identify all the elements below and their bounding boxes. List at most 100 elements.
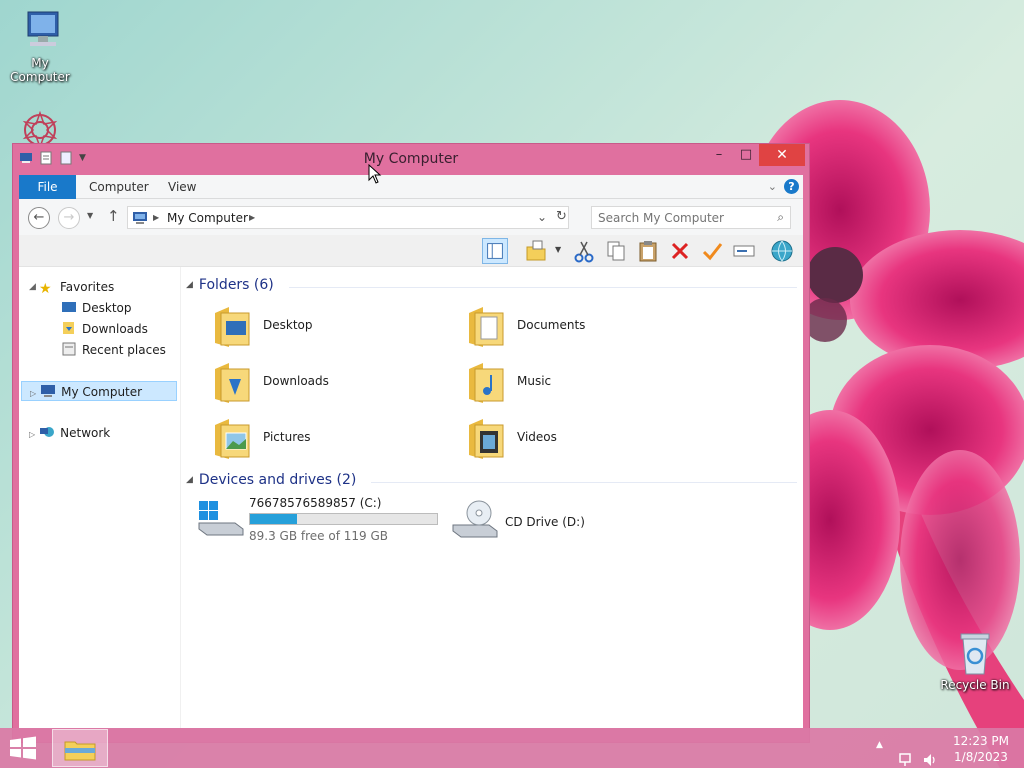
folder-music[interactable]: Music xyxy=(455,357,695,409)
preview-pane-icon[interactable] xyxy=(482,238,508,264)
drive-usage-bar xyxy=(249,513,438,525)
folder-desktop[interactable]: Desktop xyxy=(201,301,441,353)
tab-computer[interactable]: Computer xyxy=(77,175,161,199)
start-button[interactable] xyxy=(8,736,38,760)
drive-name: 76678576589857 (C:) xyxy=(249,496,382,510)
expand-arrow-icon[interactable]: ▷ xyxy=(29,430,35,439)
show-hidden-icons-icon[interactable]: ▲ xyxy=(876,740,883,768)
recent-locations-icon[interactable]: ▼ xyxy=(87,211,93,220)
title-bar[interactable]: ▼ My Computer – □ ✕ xyxy=(13,144,809,174)
up-arrow-icon[interactable]: ↑ xyxy=(107,207,120,225)
ribbon-tabs: File Computer View ⌄ ? xyxy=(19,175,803,199)
tab-view[interactable]: View xyxy=(156,175,208,199)
network-icon xyxy=(40,427,55,437)
nav-favorites[interactable]: ★ Favorites xyxy=(39,277,114,297)
search-input[interactable] xyxy=(592,207,762,228)
folder-label: Documents xyxy=(517,318,586,332)
recent-places-icon xyxy=(62,342,76,356)
folder-documents[interactable]: Documents xyxy=(455,301,695,353)
group-header-folders[interactable]: ◢ Folders (6) xyxy=(186,277,274,293)
chevron-down-icon[interactable]: ▼ xyxy=(555,245,561,254)
clock-date: 1/8/2023 xyxy=(954,750,1008,764)
desktop-icon-recycle-bin[interactable]: Recycle Bin xyxy=(935,632,1015,692)
mouse-cursor-icon xyxy=(368,164,382,184)
expand-ribbon-icon[interactable]: ⌄ xyxy=(768,180,777,193)
clock-time: 12:23 PM xyxy=(953,734,1009,748)
file-explorer-icon xyxy=(64,741,96,761)
desktop-icon-my-computer[interactable]: My Computer xyxy=(0,10,80,84)
nav-desktop[interactable]: Desktop xyxy=(61,298,132,318)
desktop-icon-label: My Computer xyxy=(10,56,70,84)
nav-recent-places[interactable]: Recent places xyxy=(61,340,166,360)
folder-videos[interactable]: Videos xyxy=(455,413,695,465)
folder-label: Pictures xyxy=(263,430,311,444)
content-area: ◢ ★ Favorites Desktop Downloads Recent pl… xyxy=(19,267,803,728)
copy-icon[interactable] xyxy=(603,238,629,264)
nav-label: Network xyxy=(60,426,111,440)
nav-downloads[interactable]: Downloads xyxy=(61,319,148,339)
nav-label: Desktop xyxy=(82,301,132,315)
explorer-window: ▼ My Computer – □ ✕ File Computer View ⌄… xyxy=(12,143,810,743)
drive-d[interactable]: CD Drive (D:) xyxy=(449,495,679,545)
group-header-drives[interactable]: ◢ Devices and drives (2) xyxy=(186,472,356,488)
refresh-icon[interactable]: ↻ xyxy=(556,209,567,224)
drive-free-space: 89.3 GB free of 119 GB xyxy=(249,529,388,543)
network-status-icon[interactable] xyxy=(898,740,914,768)
folder-pictures[interactable]: Pictures xyxy=(201,413,441,465)
address-row: ← → ▼ ↑ ▶ My Computer ▶ ⌄ ↻ ⌕ xyxy=(19,199,803,235)
group-divider xyxy=(371,482,797,483)
folder-label: Downloads xyxy=(263,374,329,388)
minimize-button[interactable]: – xyxy=(705,144,733,166)
computer-icon xyxy=(133,212,147,224)
volume-icon[interactable] xyxy=(922,740,938,768)
videos-folder-icon xyxy=(469,419,504,459)
taskbar: ▲ 12:23 PM 1/8/2023 xyxy=(0,728,1024,768)
taskbar-file-explorer[interactable] xyxy=(52,729,108,767)
search-box: ⌕ xyxy=(591,206,791,229)
back-button[interactable]: ← xyxy=(28,207,50,229)
drive-c[interactable]: 76678576589857 (C:) 89.3 GB free of 119 … xyxy=(195,495,445,545)
desktop-folder-icon xyxy=(215,307,250,347)
address-dropdown-icon[interactable]: ⌄ xyxy=(537,210,547,224)
address-bar[interactable]: ▶ My Computer ▶ ⌄ ↻ xyxy=(127,206,569,229)
group-header-label: Folders (6) xyxy=(198,277,274,293)
help-icon[interactable]: ? xyxy=(784,179,799,194)
checkmark-icon[interactable] xyxy=(699,238,725,264)
tab-file[interactable]: File xyxy=(19,175,76,199)
recycle-bin-icon xyxy=(951,632,999,676)
close-button[interactable]: ✕ xyxy=(759,144,805,166)
breadcrumb-separator-icon[interactable]: ▶ xyxy=(249,213,255,222)
forward-button[interactable]: → xyxy=(58,207,80,229)
folder-label: Music xyxy=(517,374,552,388)
music-folder-icon xyxy=(469,363,504,403)
drive-usage-fill xyxy=(250,514,297,524)
star-icon: ★ xyxy=(39,281,52,297)
search-icon[interactable]: ⌕ xyxy=(777,210,784,225)
cd-drive-icon xyxy=(452,500,498,538)
folder-downloads[interactable]: Downloads xyxy=(201,357,441,409)
cut-icon[interactable] xyxy=(571,238,597,264)
collapse-arrow-icon[interactable]: ◢ xyxy=(29,282,36,292)
system-clock[interactable]: 12:23 PM 1/8/2023 xyxy=(948,733,1014,765)
documents-folder-icon xyxy=(469,307,504,347)
folder-label: Desktop xyxy=(263,318,313,332)
breadcrumb-location[interactable]: My Computer xyxy=(167,211,248,225)
collapse-arrow-icon: ◢ xyxy=(186,475,193,485)
downloads-icon xyxy=(63,322,74,334)
group-divider xyxy=(289,287,797,288)
folder-options-icon[interactable] xyxy=(523,238,549,264)
nav-label: Recent places xyxy=(82,343,166,357)
network-globe-icon[interactable] xyxy=(769,238,795,264)
folder-label: Videos xyxy=(517,430,557,444)
paste-icon[interactable] xyxy=(635,238,661,264)
nav-label: Favorites xyxy=(60,280,115,294)
nav-label: My Computer xyxy=(61,385,143,399)
computer-icon xyxy=(41,385,56,397)
expand-arrow-icon[interactable]: ▷ xyxy=(30,389,36,398)
rename-icon[interactable] xyxy=(731,238,757,264)
nav-network[interactable]: ▷ Network xyxy=(21,423,110,443)
nav-my-computer[interactable]: ▷ My Computer xyxy=(21,381,177,401)
maximize-button[interactable]: □ xyxy=(732,144,760,166)
delete-icon[interactable] xyxy=(667,238,693,264)
window-title: My Computer xyxy=(363,151,459,167)
